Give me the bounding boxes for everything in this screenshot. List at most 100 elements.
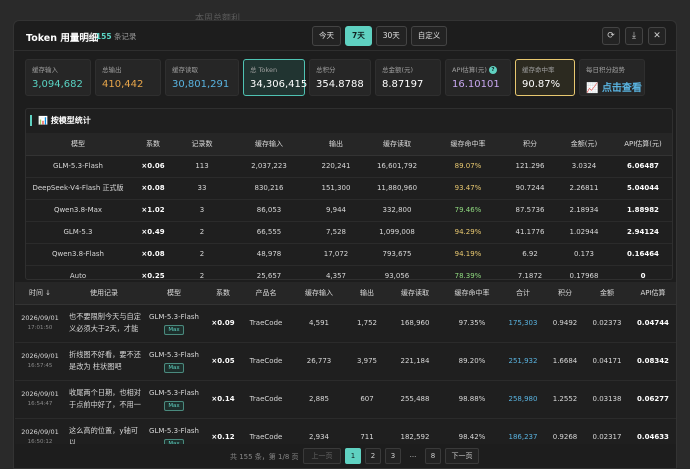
model-cell: 830,216 bbox=[228, 177, 310, 200]
tab-30days[interactable]: 30天 bbox=[375, 26, 407, 46]
coef-cell: ×0.09 bbox=[205, 304, 241, 343]
card-daily-trend[interactable]: 每日积分趋势 📈 点击查看 bbox=[579, 59, 645, 96]
model-cell: 5.04044 bbox=[612, 177, 672, 200]
model-cell: ×0.49 bbox=[130, 221, 176, 244]
model-col-header: 输出 bbox=[310, 133, 362, 156]
close-icon[interactable]: ✕ bbox=[648, 27, 666, 45]
card-total-token: 总 Token 34,306,415 bbox=[243, 59, 307, 96]
detail-col-header: 系数 bbox=[205, 282, 241, 305]
page-1-button[interactable]: 1 bbox=[345, 448, 361, 464]
amount-cell: 0.03138 bbox=[585, 380, 629, 419]
token-usage-modal: Token 用量明细 共 155 条记录 今天 7天 30天 自定义 ⟳ ⤓ ✕… bbox=[13, 20, 677, 469]
card-total-points: 总积分 354.8788 bbox=[309, 59, 371, 96]
model-cell: 0.173 bbox=[556, 243, 612, 266]
time-cell: 2026/09/01 17:01:50 bbox=[15, 304, 65, 343]
model-cell: Qwen3.8-Flash bbox=[26, 243, 130, 266]
read-cell: 168,960 bbox=[387, 304, 443, 343]
model-row: DeepSeek-V4-Flash 正式版 ×0.08 33 830,216 151,3… bbox=[26, 177, 672, 200]
api-cell: 0.06277 bbox=[629, 380, 676, 419]
model-cell: ×0.25 bbox=[130, 265, 176, 279]
product-cell: TraeCode bbox=[241, 418, 291, 444]
coef-cell: ×0.05 bbox=[205, 342, 241, 381]
model-cell: 7,528 bbox=[310, 221, 362, 244]
detail-col-header: 金额 bbox=[585, 282, 629, 305]
model-cell: 2 bbox=[176, 265, 228, 279]
page-8-button[interactable]: 8 bbox=[425, 448, 441, 464]
model-col-header: API估算(元) bbox=[612, 133, 672, 156]
model-cell: 6.06487 bbox=[612, 155, 672, 178]
detail-col-header: 积分 bbox=[545, 282, 585, 305]
model-col-header: 金额(元) bbox=[556, 133, 612, 156]
page-2-button[interactable]: 2 bbox=[365, 448, 381, 464]
model-cell: 9,944 bbox=[310, 199, 362, 222]
input-cell: 26,773 bbox=[291, 342, 347, 381]
model-cell: 87.5736 bbox=[504, 199, 556, 222]
model-cell: 0 bbox=[612, 265, 672, 279]
model-cell: 93,056 bbox=[362, 265, 432, 279]
detail-col-header: 缓存读取 bbox=[387, 282, 443, 305]
model-cell: 2.94124 bbox=[612, 221, 672, 244]
usage-detail-table: 时间 ↓ 使用记录 模型 系数 产品名 缓存输入 输出 缓存读取 缓存命中率 合计 积分 金额 API估… bbox=[15, 282, 676, 444]
detail-row[interactable]: 2026/09/01 17:01:50 也不要限制今天与自定义必须大于2天，才能 GL… bbox=[15, 304, 676, 343]
model-col-header: 记录数 bbox=[176, 133, 228, 156]
model-cell: GLM-5.3-Flash Max bbox=[143, 418, 205, 444]
model-cell: 151,300 bbox=[310, 177, 362, 200]
points-cell: 1.2552 bbox=[545, 380, 585, 419]
total-cell: 251,932 bbox=[501, 342, 545, 381]
record-cell: 折线图不好看，要不还是改为 柱状图吧 bbox=[65, 342, 143, 381]
prev-page-button[interactable]: 上一页 bbox=[303, 448, 341, 464]
hit-cell: 98.42% bbox=[443, 418, 501, 444]
api-cell: 0.08342 bbox=[629, 342, 676, 381]
model-cell: 25,657 bbox=[228, 265, 310, 279]
model-cell: 2 bbox=[176, 243, 228, 266]
summary-cards: 缓存输入 3,094,682 总输出 410,442 缓存读取 30,801,2… bbox=[25, 59, 673, 96]
card-output: 总输出 410,442 bbox=[95, 59, 161, 96]
detail-row[interactable]: 2026/09/01 16:54:47 收尾两个日期，也相对于点前中好了，不用一 GL… bbox=[15, 380, 676, 419]
model-cell: 17,072 bbox=[310, 243, 362, 266]
product-cell: TraeCode bbox=[241, 380, 291, 419]
model-cell: 0.16464 bbox=[612, 243, 672, 266]
download-icon[interactable]: ⤓ bbox=[625, 27, 643, 45]
points-cell: 0.9492 bbox=[545, 304, 585, 343]
detail-row[interactable]: 2026/09/01 16:50:12 这么高的位置，y轴可以 GLM-5.3-Fla… bbox=[15, 418, 676, 444]
read-cell: 255,488 bbox=[387, 380, 443, 419]
model-cell: ×0.06 bbox=[130, 155, 176, 178]
model-cell: Qwen3.8-Max bbox=[26, 199, 130, 222]
model-cell: GLM-5.3-Flash Max bbox=[143, 304, 205, 343]
detail-col-header: 使用记录 bbox=[65, 282, 143, 305]
tab-custom[interactable]: 自定义 bbox=[410, 26, 448, 46]
max-tag: Max bbox=[164, 401, 184, 411]
model-cell: 94.29% bbox=[432, 221, 504, 244]
output-cell: 711 bbox=[347, 418, 387, 444]
total-cell: 258,980 bbox=[501, 380, 545, 419]
help-icon[interactable]: ? bbox=[488, 66, 497, 74]
model-cell: 220,241 bbox=[310, 155, 362, 178]
refresh-icon[interactable]: ⟳ bbox=[602, 27, 620, 45]
product-cell: TraeCode bbox=[241, 304, 291, 343]
max-tag: Max bbox=[164, 363, 184, 373]
model-cell: 78.39% bbox=[432, 265, 504, 279]
time-cell: 2026/09/01 16:50:12 bbox=[15, 418, 65, 444]
model-cell: ×1.02 bbox=[130, 199, 176, 222]
model-cell: GLM-5.3-Flash Max bbox=[143, 342, 205, 381]
page-ellipsis: ... bbox=[409, 451, 417, 459]
model-cell: 94.19% bbox=[432, 243, 504, 266]
next-page-button[interactable]: 下一页 bbox=[445, 448, 479, 464]
model-stats-title: 📊 按模型统计 bbox=[30, 115, 91, 126]
tab-7days[interactable]: 7天 bbox=[345, 26, 372, 46]
detail-col-header[interactable]: 时间 ↓ bbox=[15, 282, 65, 305]
tab-today[interactable]: 今天 bbox=[312, 26, 341, 46]
model-col-header: 缓存命中率 bbox=[432, 133, 504, 156]
detail-row[interactable]: 2026/09/01 16:57:45 折线图不好看，要不还是改为 柱状图吧 GLM-… bbox=[15, 342, 676, 381]
read-cell: 182,592 bbox=[387, 418, 443, 444]
hit-cell: 97.35% bbox=[443, 304, 501, 343]
detail-col-header: 模型 bbox=[143, 282, 205, 305]
api-cell: 0.04744 bbox=[629, 304, 676, 343]
output-cell: 607 bbox=[347, 380, 387, 419]
page-3-button[interactable]: 3 bbox=[385, 448, 401, 464]
time-cell: 2026/09/01 16:57:45 bbox=[15, 342, 65, 381]
amount-cell: 0.02317 bbox=[585, 418, 629, 444]
model-stats-panel: 📊 按模型统计 模型 系数 记录数 缓存输入 输出 缓存读取 缓存命中率 积分 金额(元) API… bbox=[25, 108, 673, 280]
model-cell: 11,880,960 bbox=[362, 177, 432, 200]
card-cache-read: 缓存读取 30,801,291 bbox=[165, 59, 239, 96]
